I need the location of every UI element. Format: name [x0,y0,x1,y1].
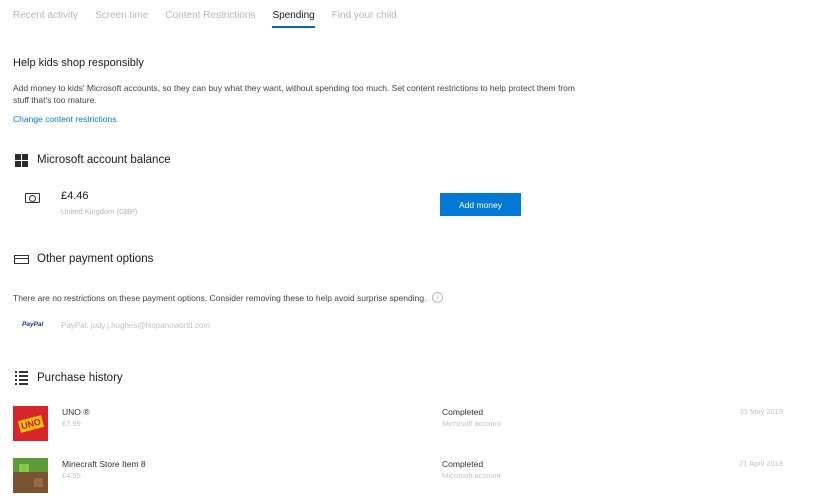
balance-region: United Kingdom (GBP) [61,207,138,216]
card-icon [13,251,29,267]
paypal-account[interactable]: PayPal: judy.j.hughes@hispanoworld.com [61,321,210,330]
add-money-button[interactable]: Add money [440,193,521,216]
tab-screen-time[interactable]: Screen time [95,10,148,28]
list-item[interactable]: Minecraft Store Item 8 £4.59 Completed M… [13,458,803,498]
item-payment-method: Microsoft account [442,471,501,480]
list-icon [13,370,29,386]
payment-title: Other payment options [37,253,154,265]
tab-recent-activity[interactable]: Recent activity [13,10,78,28]
paypal-logo: PayPal [22,321,44,328]
item-name: Minecraft Store Item 8 [62,459,146,469]
uno-thumbnail: UNO [13,406,48,441]
item-price: £4.59 [62,471,81,480]
info-icon[interactable]: i [432,292,444,303]
payment-note-text: There are no restrictions on these payme… [13,292,427,303]
item-price: £7.99 [62,419,81,428]
tab-spending[interactable]: Spending [272,10,315,28]
windows-logo-icon [13,152,29,168]
item-date: 31 May 2018 [739,407,783,416]
history-title: Purchase history [37,372,123,384]
money-icon [25,193,40,203]
tab-bar: Recent activity Screen time Content Rest… [13,10,414,28]
tab-find-your-child[interactable]: Find your child [332,10,397,28]
payment-section-heading: Other payment options [13,251,153,267]
tab-content-restrictions[interactable]: Content Restrictions [165,10,255,28]
help-heading: Help kids shop responsibly [13,57,144,69]
balance-amount: £4.46 [61,190,89,202]
payment-note: There are no restrictions on these payme… [13,292,444,303]
minecraft-thumbnail [13,458,48,493]
item-date: 21 April 2018 [739,459,783,468]
item-status: Completed [442,459,484,469]
item-name: UNO ® [62,407,90,417]
balance-section-heading: Microsoft account balance [13,152,171,168]
history-section-heading: Purchase history [13,370,123,386]
item-payment-method: Microsoft account [442,419,501,428]
balance-title: Microsoft account balance [37,154,171,166]
item-status: Completed [442,407,484,417]
list-item[interactable]: UNO UNO ® £7.99 Completed Microsoft acco… [13,406,803,446]
help-description: Add money to kids' Microsoft accounts, s… [13,83,575,105]
change-content-restrictions-link[interactable]: Change content restrictions [13,114,116,124]
